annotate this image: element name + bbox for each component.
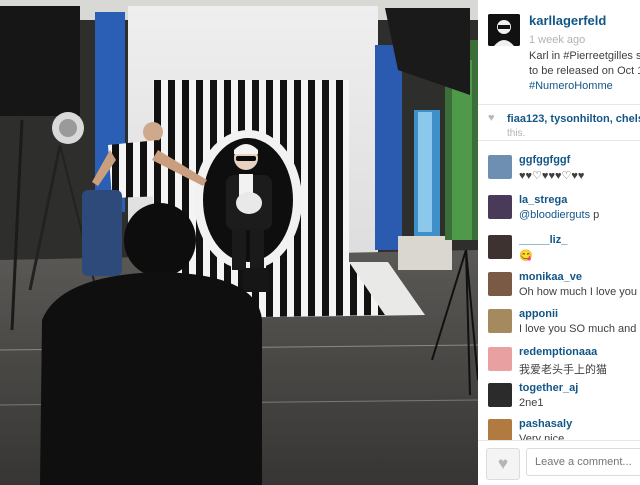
- commenter-avatar[interactable]: [488, 347, 512, 371]
- likes-tail: this.: [507, 128, 526, 139]
- comment-text: @bloodierguts p: [519, 209, 599, 221]
- commenter-avatar[interactable]: [488, 272, 512, 296]
- list-item: monikaa_ve Oh how much I love you: [478, 269, 640, 303]
- commenter-username[interactable]: apponii: [519, 308, 558, 320]
- post-caption: Karl in #Pierreetgilles s to be released…: [529, 49, 640, 94]
- list-item: apponii I love you SO much and I: [478, 306, 640, 340]
- commenter-username[interactable]: _____liz_: [519, 234, 567, 246]
- comment-text: 2ne1: [519, 397, 544, 409]
- caption-hashtag[interactable]: #NumeroHomme: [529, 79, 640, 94]
- comment-text: Oh how much I love you: [519, 286, 638, 298]
- caption-line: Karl in #Pierreetgilles s: [529, 50, 640, 62]
- comment-input[interactable]: [526, 448, 640, 476]
- commenter-username[interactable]: ggfggfggf: [519, 154, 570, 166]
- owner-avatar[interactable]: [488, 14, 520, 46]
- comment-text: 我爱老头手上的猫: [519, 364, 607, 376]
- comment-text: I love you SO much and I: [519, 323, 640, 335]
- commenter-avatar[interactable]: [488, 235, 512, 259]
- comment-text: ♥♥♡♥♥♥♡♥♥: [519, 170, 585, 182]
- comment-footer: ♥: [478, 440, 640, 485]
- photo-scene: [0, 0, 478, 485]
- commenter-username[interactable]: redemptionaaa: [519, 346, 597, 358]
- post-timestamp[interactable]: 1 week ago: [529, 34, 585, 46]
- list-item: redemptionaaa 我爱老头手上的猫: [478, 344, 640, 378]
- commenter-username[interactable]: pashasaly: [519, 418, 572, 430]
- commenter-avatar[interactable]: [488, 195, 512, 219]
- heart-icon: ♥: [497, 454, 509, 473]
- post-sidebar: karllagerfeld 1 week ago Karl in #Pierre…: [478, 0, 640, 485]
- list-item: together_aj 2ne1: [478, 380, 640, 414]
- post-photo[interactable]: [0, 0, 478, 485]
- commenter-avatar[interactable]: [488, 309, 512, 333]
- heart-icon: ♥: [488, 112, 495, 124]
- post-header: karllagerfeld 1 week ago Karl in #Pierre…: [478, 0, 640, 105]
- list-item: _____liz_ 😋: [478, 232, 640, 266]
- comment-mention[interactable]: @bloodierguts: [519, 209, 590, 221]
- owner-username[interactable]: karllagerfeld: [529, 13, 606, 28]
- like-button[interactable]: ♥: [486, 448, 520, 480]
- commenter-username[interactable]: together_aj: [519, 382, 578, 394]
- commenter-avatar[interactable]: [488, 383, 512, 407]
- list-item: la_strega @bloodierguts p: [478, 192, 640, 226]
- commenter-avatar[interactable]: [488, 155, 512, 179]
- comment-text-tail: p: [590, 209, 600, 221]
- commenter-username[interactable]: monikaa_ve: [519, 271, 582, 283]
- likes-section: ♥ fiaa123, tysonhilton, chelse this.: [478, 108, 640, 141]
- avatar-portrait-icon: [488, 14, 520, 46]
- caption-line: to be released on Oct 1: [529, 65, 640, 77]
- commenter-username[interactable]: la_strega: [519, 194, 567, 206]
- list-item: ggfggfggf ♥♥♡♥♥♥♡♥♥: [478, 152, 640, 186]
- comment-text: 😋: [519, 250, 533, 262]
- likes-users[interactable]: fiaa123, tysonhilton, chelse: [507, 113, 640, 125]
